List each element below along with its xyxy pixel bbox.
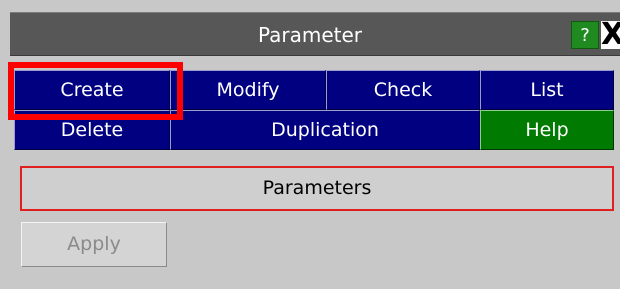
parameters-button[interactable]: Parameters xyxy=(20,166,614,211)
title-bar[interactable]: Parameter ? X xyxy=(10,12,620,56)
modify-button[interactable]: Modify xyxy=(170,70,326,110)
apply-button[interactable]: Apply xyxy=(21,222,167,267)
parameter-window: Parameter ? X Create Modify Check List D… xyxy=(0,0,620,289)
help-icon-button[interactable]: ? xyxy=(571,21,599,49)
delete-button[interactable]: Delete xyxy=(14,110,170,150)
window-title: Parameter xyxy=(257,23,363,47)
create-button[interactable]: Create xyxy=(14,70,170,110)
list-button[interactable]: List xyxy=(480,70,614,110)
help-button[interactable]: Help xyxy=(480,110,614,150)
check-button[interactable]: Check xyxy=(326,70,480,110)
close-icon[interactable]: X xyxy=(601,21,620,49)
duplication-button[interactable]: Duplication xyxy=(170,110,480,150)
